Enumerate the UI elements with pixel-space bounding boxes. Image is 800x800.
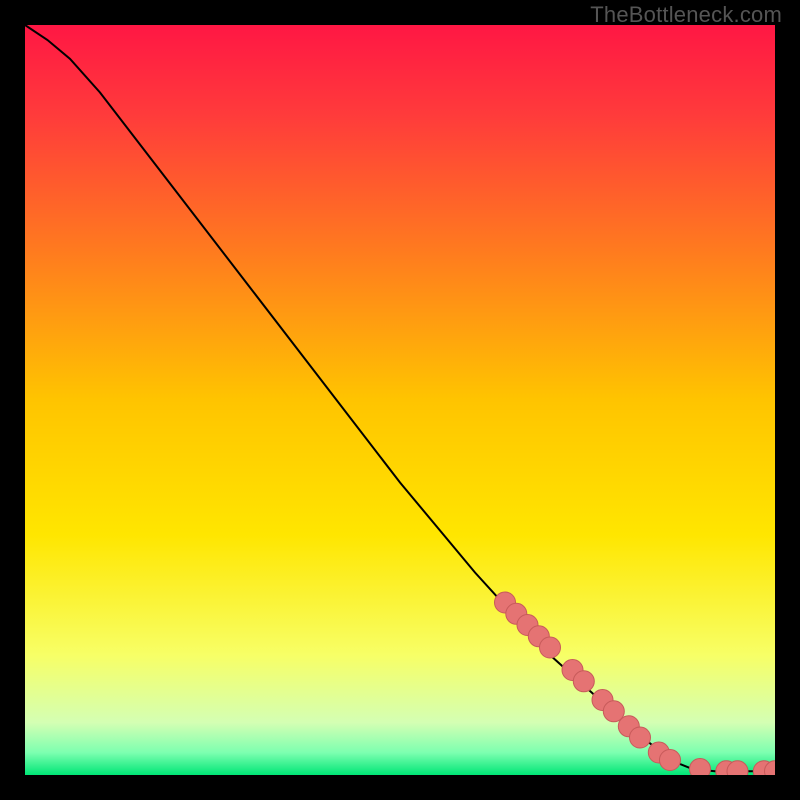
bottleneck-chart bbox=[25, 25, 775, 775]
data-marker bbox=[573, 671, 594, 692]
data-marker bbox=[630, 727, 651, 748]
gradient-background bbox=[25, 25, 775, 775]
data-marker bbox=[690, 759, 711, 776]
data-marker bbox=[660, 750, 681, 771]
chart-container: TheBottleneck.com bbox=[0, 0, 800, 800]
data-marker bbox=[540, 637, 561, 658]
